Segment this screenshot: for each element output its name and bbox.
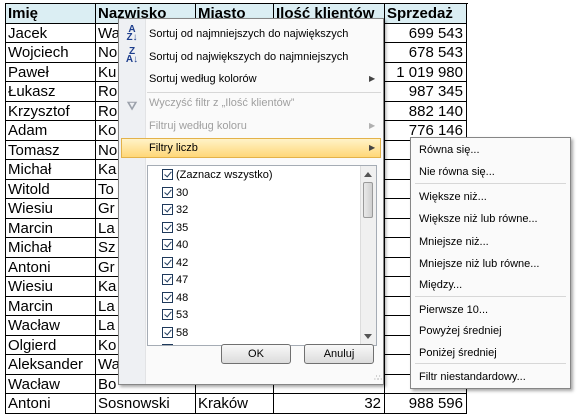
table-cell[interactable]: Michał [6, 160, 96, 180]
list-item-label: 35 [176, 221, 189, 234]
submenu-item[interactable]: Pierwsze 10... [419, 300, 488, 320]
table-cell[interactable]: Aleksander [6, 355, 96, 375]
checkbox-checked-icon[interactable] [162, 291, 173, 303]
checkbox-checked-icon[interactable] [162, 221, 173, 233]
checkbox-checked-icon[interactable] [162, 204, 173, 215]
submenu-item[interactable]: Mniejsze niż... [419, 232, 489, 252]
sort-descending-icon: Z A↓ [125, 46, 139, 65]
table-cell[interactable]: Paweł [6, 62, 96, 82]
checkbox-checked-icon[interactable] [162, 326, 173, 338]
table-cell[interactable]: Jacek [6, 23, 96, 43]
table-cell[interactable]: Wojciech [6, 43, 96, 63]
submenu-separator [415, 363, 566, 364]
list-item[interactable]: 48 [162, 290, 188, 307]
list-item[interactable]: 30 [162, 185, 188, 202]
submenu-arrow-icon: ▶ [369, 74, 376, 83]
table-cell[interactable]: Krzysztof [6, 101, 96, 121]
list-item[interactable]: 32 [162, 202, 188, 219]
table-cell[interactable]: Adam [6, 121, 96, 141]
cancel-button[interactable]: Anuluj [304, 344, 374, 364]
resize-grip-icon[interactable]: ∴∴ [374, 374, 382, 382]
table-cell[interactable]: Wiesiu [6, 199, 96, 219]
submenu-separator [415, 183, 566, 184]
sort-ascending-icon: A Z↓ [126, 24, 138, 43]
table-cell[interactable]: Tomasz [6, 140, 96, 160]
checkbox-checked-icon[interactable] [162, 186, 173, 198]
checkbox-checked-icon[interactable] [162, 256, 173, 268]
table-cell[interactable]: Witold [6, 179, 96, 199]
table-cell[interactable]: Antoni [6, 257, 96, 277]
clear-filter-icon: ⛛ [126, 99, 138, 113]
column-header[interactable]: Imię [6, 4, 96, 24]
submenu-separator [415, 296, 566, 297]
menu-number-filters[interactable]: Filtry liczb [149, 137, 198, 159]
scroll-up-icon[interactable] [364, 172, 372, 177]
number-filters-submenu: Równa się... Nie równa się... Większe niż.… [410, 137, 571, 389]
table-cell[interactable]: 987 345 [385, 82, 467, 102]
checkbox-checked-icon[interactable] [162, 309, 173, 320]
filter-dropdown-menu: A Z↓ Sortuj od najmniejszych do największ… [118, 18, 384, 385]
listbox-scrollbar[interactable] [360, 166, 376, 345]
list-item-label: 47 [176, 274, 189, 286]
checkbox-checked-icon[interactable] [162, 239, 173, 250]
checkbox-checked-icon[interactable] [162, 274, 173, 285]
menu-filter-by-color[interactable]: Filtruj według koloru [149, 115, 247, 137]
submenu-item[interactable]: Nie równa się... [419, 162, 495, 182]
list-item-label: 64 [176, 344, 188, 345]
checkbox-checked-icon[interactable] [162, 344, 173, 345]
table-cell[interactable]: 1 019 980 [385, 62, 467, 82]
submenu-item[interactable]: Większe niż lub równe... [419, 209, 538, 229]
table-cell[interactable]: 678 543 [385, 43, 467, 63]
list-item-label: 48 [176, 291, 189, 304]
list-item-label: 58 [176, 326, 189, 339]
list-item[interactable]: 40 [162, 237, 188, 254]
menu-clear-filter[interactable]: Wyczyść filtr z „Ilość klientów” [149, 92, 294, 114]
values-listbox[interactable]: (Zaznacz wszystko) 30 32 35 40 42 47 48 53 58 64 [147, 165, 377, 346]
list-item[interactable]: 47 [162, 272, 188, 289]
list-item-label: 32 [176, 204, 189, 216]
table-cell[interactable]: Łukasz [6, 82, 96, 102]
submenu-arrow-icon: ▶ [369, 121, 376, 130]
table-cell[interactable]: 882 140 [385, 101, 467, 121]
submenu-item[interactable]: Filtr niestandardowy... [419, 367, 526, 387]
list-item[interactable]: 64 [162, 342, 188, 345]
list-item[interactable]: 35 [162, 220, 188, 237]
submenu-item[interactable]: Między... [419, 275, 462, 295]
table-cell[interactable]: Marcin [6, 218, 96, 238]
submenu-item[interactable]: Poniżej średniej [419, 343, 497, 363]
menu-sort-ascending[interactable]: Sortuj od najmniejszych do największych [149, 23, 348, 45]
list-item-label: 40 [176, 239, 189, 251]
table-cell[interactable]: Michał [6, 238, 96, 258]
selected-cell-outline [95, 178, 119, 199]
submenu-item[interactable]: Mniejsze niż lub równe... [419, 254, 539, 274]
list-item-label: (Zaznacz wszystko) [176, 169, 273, 181]
list-item[interactable]: 42 [162, 255, 188, 272]
column-header[interactable]: Sprzedaż [385, 4, 467, 24]
table-cell[interactable]: Wiesiu [6, 277, 96, 297]
submenu-item[interactable]: Równa się... [419, 140, 480, 160]
list-item-label: 53 [176, 309, 189, 321]
table-cell[interactable]: 699 543 [385, 23, 467, 43]
scroll-down-icon[interactable] [364, 334, 372, 339]
list-item[interactable]: 58 [162, 325, 188, 342]
table-cell[interactable]: Olgierd [6, 335, 96, 355]
list-item-label: 30 [176, 186, 189, 199]
list-item-label: 42 [176, 256, 189, 269]
submenu-item[interactable]: Powyżej średniej [419, 321, 502, 341]
submenu-item[interactable]: Większe niż... [419, 187, 487, 207]
checkbox-checked-icon[interactable] [162, 169, 173, 180]
menu-sort-by-color[interactable]: Sortuj według kolorów [149, 68, 257, 90]
menu-sort-descending[interactable]: Sortuj od największych do najmniejszych [149, 46, 348, 68]
list-item[interactable]: (Zaznacz wszystko) [162, 167, 273, 184]
menu-gutter [119, 19, 146, 384]
ok-button[interactable]: OK [221, 344, 291, 364]
table-cell[interactable]: Wacław [6, 374, 96, 394]
scroll-thumb[interactable] [363, 182, 373, 218]
table-cell[interactable]: Marcin [6, 296, 96, 316]
table-cell[interactable]: Wacław [6, 316, 96, 336]
submenu-arrow-icon: ▶ [369, 143, 376, 152]
list-item[interactable]: 53 [162, 307, 188, 324]
